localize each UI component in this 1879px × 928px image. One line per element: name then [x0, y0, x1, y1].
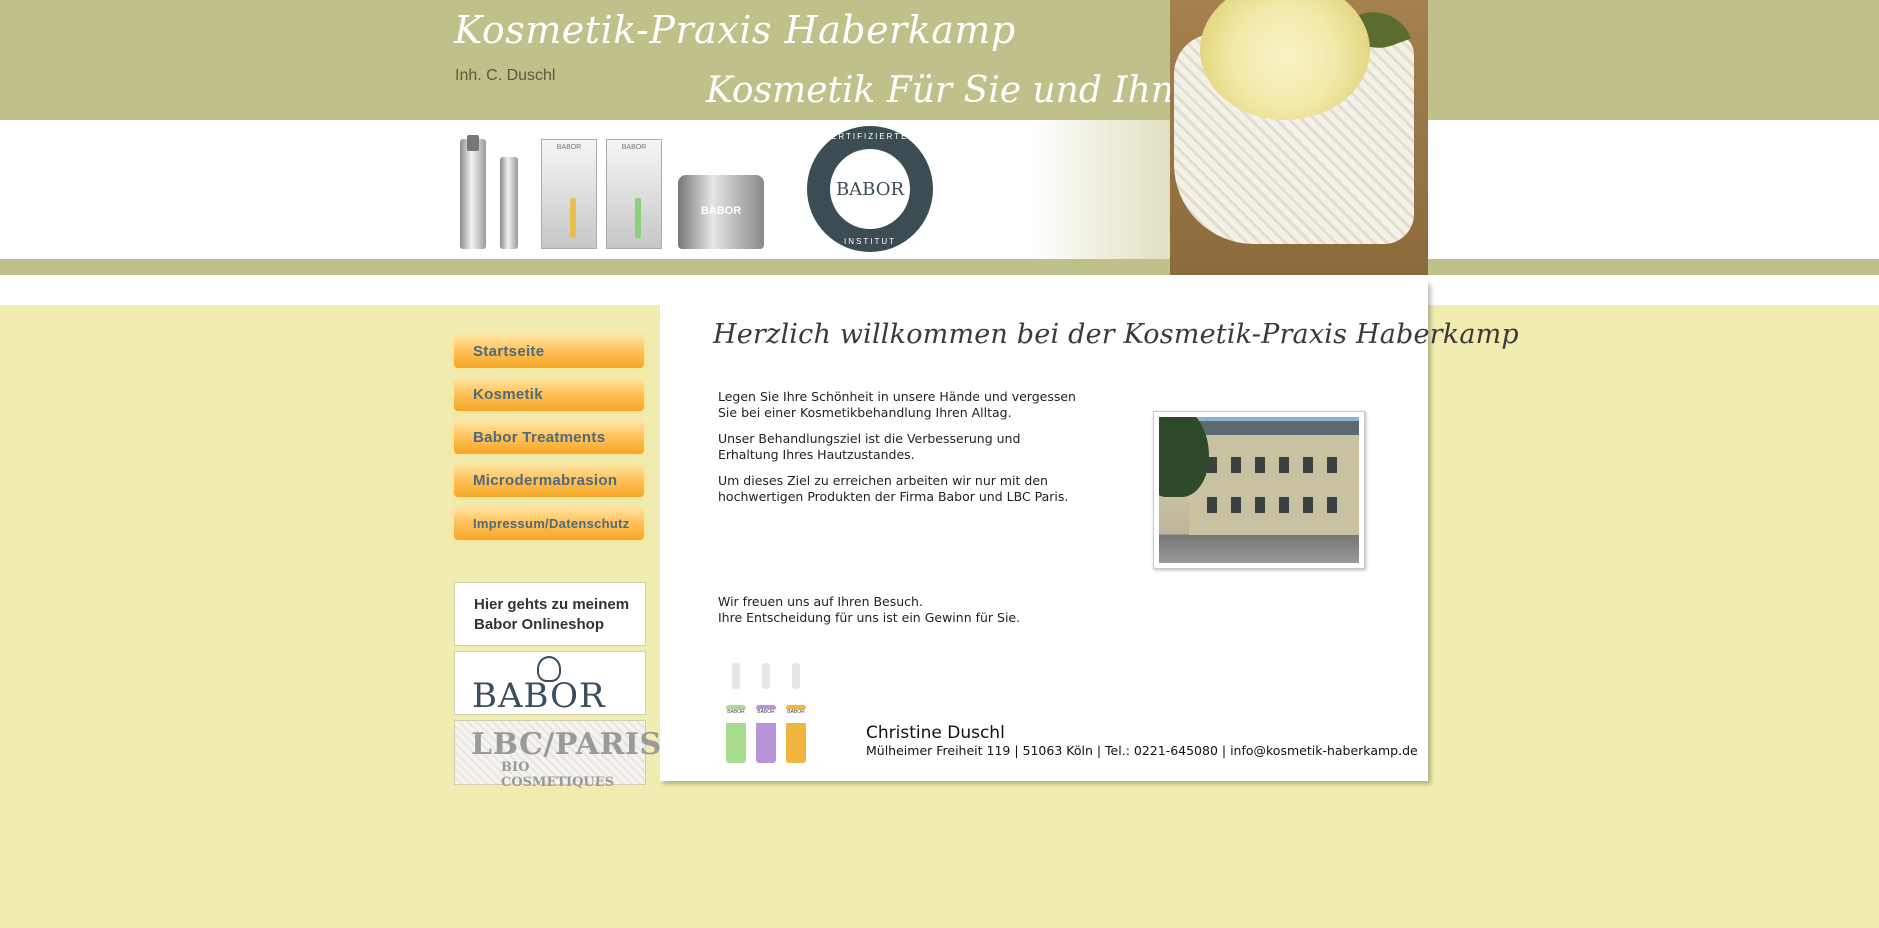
- signature-name: Christine Duschl: [866, 723, 1005, 743]
- header-divider: [0, 259, 1879, 275]
- main-nav: Startseite Kosmetik Babor Treatments Mic…: [454, 336, 644, 551]
- lbc-logo: LBC/PARIS: [471, 727, 662, 762]
- nav-microdermabrasion[interactable]: Microdermabrasion: [454, 465, 644, 497]
- products-paragraph: Um dieses Ziel zu erreichen arbeiten wir…: [718, 473, 1069, 504]
- seal-bottom-text: INSTITUT: [844, 237, 896, 246]
- product-strip: [0, 120, 1879, 259]
- contact-address: Mülheimer Freiheit 119 | 51063 Köln | Te…: [866, 743, 1418, 758]
- rose-towel-photo: [1170, 0, 1428, 275]
- nav-kosmetik[interactable]: Kosmetik: [454, 379, 644, 411]
- babor-logo-link[interactable]: BABOR: [454, 651, 646, 716]
- certified-institute-seal: ZERTIFIZIERTES BABOR INSTITUT: [807, 126, 933, 252]
- owner-name: Inh. C. Duschl: [455, 67, 556, 84]
- closing-paragraph: Wir freuen uns auf Ihren Besuch. Ihre En…: [718, 594, 1021, 625]
- nav-impressum[interactable]: Impressum/Datenschutz: [454, 508, 644, 540]
- shop-line-2: Babor Onlineshop: [474, 616, 605, 633]
- onlineshop-banner[interactable]: Hier gehts zu meinem Babor Onlineshop: [454, 582, 646, 646]
- ampoule-box: BABOR: [606, 139, 662, 249]
- babor-logo: BABOR: [472, 676, 606, 716]
- nav-startseite[interactable]: Startseite: [454, 336, 644, 368]
- content-panel: Herzlich willkommen bei der Kosmetik-Pra…: [660, 281, 1519, 781]
- intro-paragraph: Legen Sie Ihre Schönheit in unsere Hände…: [718, 389, 1076, 420]
- product-image: BABOR BABOR BABOR: [456, 125, 766, 255]
- lbc-subtitle: BIO COSMETIQUES: [501, 760, 615, 790]
- seal-brand: BABOR: [835, 178, 905, 200]
- cream-jar: BABOR: [678, 175, 764, 249]
- site-title: Kosmetik-Praxis Haberkamp: [454, 8, 1016, 52]
- ampoule-box: BABOR: [541, 139, 597, 249]
- tagline: Kosmetik Für Sie und Ihn: [706, 70, 1174, 111]
- ampoules-image: BABOR BABOR BABOR: [720, 663, 810, 773]
- serum-bottle-small: [500, 157, 518, 249]
- shop-line-1: Hier gehts zu meinem: [474, 596, 630, 613]
- serum-bottle-tall: [460, 135, 486, 249]
- welcome-heading: Herzlich willkommen bei der Kosmetik-Pra…: [713, 319, 1519, 350]
- practice-building-photo: [1153, 411, 1365, 569]
- goal-paragraph: Unser Behandlungsziel ist die Verbesseru…: [718, 431, 1021, 462]
- seal-top-text: ZERTIFIZIERTES: [824, 132, 916, 141]
- lbc-paris-logo-link[interactable]: LBC/PARIS BIO COSMETIQUES: [454, 720, 661, 790]
- nav-babor-treatments[interactable]: Babor Treatments: [454, 422, 644, 454]
- header-fade: [1030, 120, 1170, 259]
